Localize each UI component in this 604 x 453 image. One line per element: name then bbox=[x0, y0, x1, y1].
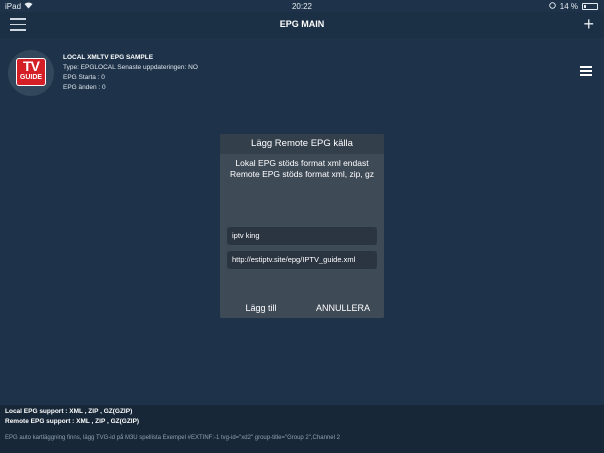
add-button[interactable]: Lägg till bbox=[220, 299, 302, 317]
orientation-lock-icon bbox=[549, 2, 556, 11]
epg-start: EPG Starta : 0 bbox=[63, 74, 105, 81]
mapping-note: EPG auto kartläggning finns, lägg TVG-id… bbox=[5, 435, 340, 441]
epg-name-input[interactable]: iptv king bbox=[227, 227, 377, 245]
epg-url-input[interactable]: http://estiptv.site/epg/IPTV_guide.xml bbox=[227, 251, 377, 269]
epg-info: LOCAL XMLTV EPG SAMPLE Type: EPGLOCAL Se… bbox=[63, 53, 198, 93]
dialog-message-line1: Lokal EPG stöds format xml endast bbox=[235, 158, 369, 168]
nav-bar: EPG MAIN + bbox=[0, 12, 604, 38]
logo-text-guide: GUIDE bbox=[19, 74, 43, 81]
add-icon[interactable]: + bbox=[583, 15, 594, 33]
add-remote-epg-dialog: Lägg Remote EPG källa Lokal EPG stöds fo… bbox=[220, 134, 384, 318]
tv-guide-logo: TV GUIDE bbox=[8, 50, 54, 96]
battery-icon bbox=[582, 3, 598, 10]
cancel-button[interactable]: ANNULLERA bbox=[302, 299, 384, 317]
status-bar: iPad 20:22 14 % bbox=[0, 0, 604, 12]
support-info: Local EPG support : XML , ZIP , GZ(GZIP)… bbox=[5, 407, 139, 427]
local-support-text: Local EPG support : XML , ZIP , GZ(GZIP) bbox=[5, 408, 133, 415]
page-title: EPG MAIN bbox=[279, 19, 325, 29]
item-menu-icon[interactable] bbox=[580, 66, 592, 76]
remote-support-text: Remote EPG support : XML , ZIP , GZ(GZIP… bbox=[5, 418, 140, 425]
battery-percent: 14 % bbox=[559, 2, 578, 11]
epg-type: Type: EPGLOCAL Senaste uppdateringen: NO bbox=[63, 64, 198, 71]
epg-list-item[interactable]: TV GUIDE LOCAL XMLTV EPG SAMPLE Type: EP… bbox=[8, 50, 598, 98]
epg-end: EPG änden : 0 bbox=[63, 84, 106, 91]
status-time: 20:22 bbox=[291, 2, 313, 11]
epg-name: LOCAL XMLTV EPG SAMPLE bbox=[63, 54, 154, 61]
status-right: 14 % bbox=[549, 2, 598, 11]
dialog-title: Lägg Remote EPG källa bbox=[220, 134, 384, 154]
dialog-message-line2: Remote EPG stöds format xml, zip, gz bbox=[229, 169, 375, 179]
footer: Local EPG support : XML , ZIP , GZ(GZIP)… bbox=[0, 405, 604, 453]
logo-text-tv: TV bbox=[23, 58, 40, 74]
dialog-message: Lokal EPG stöds format xml endast Remote… bbox=[220, 158, 384, 180]
